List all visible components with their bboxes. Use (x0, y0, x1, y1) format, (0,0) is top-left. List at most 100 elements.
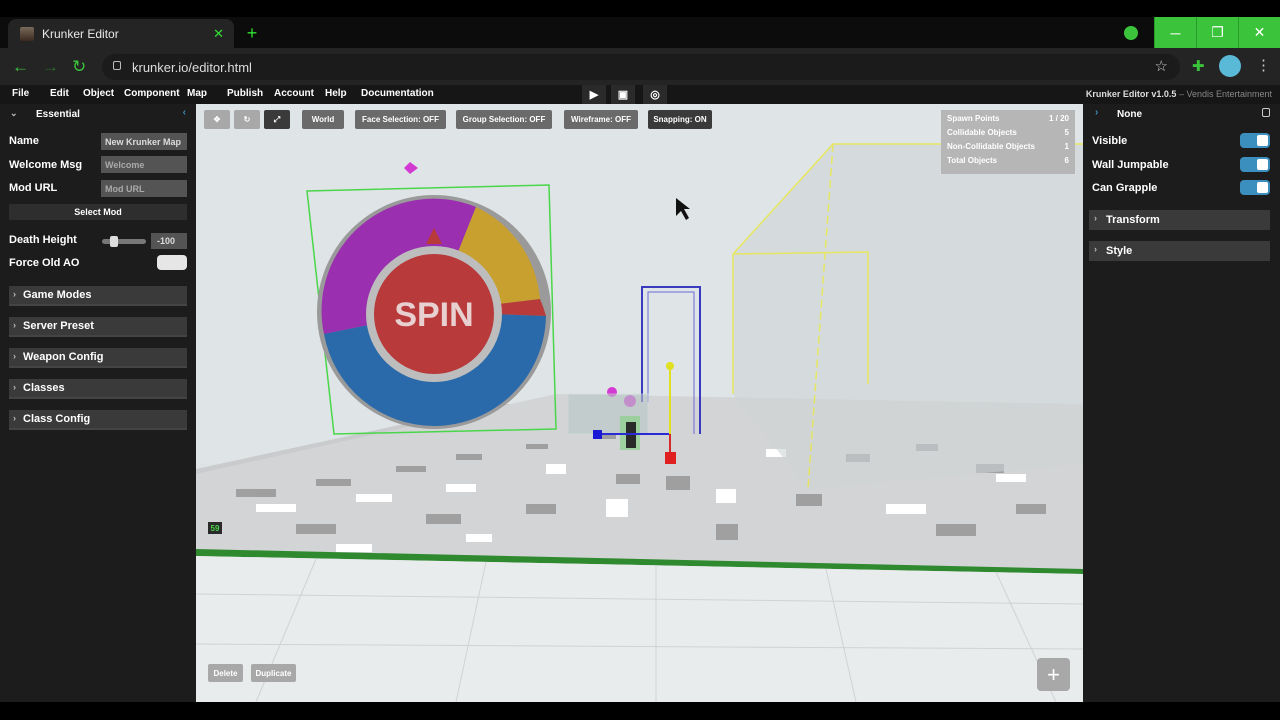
test-play-button[interactable]: ▣ (611, 85, 635, 104)
url-text: krunker.io/editor.html (132, 59, 252, 75)
section-class-config[interactable]: › Class Config (9, 410, 187, 430)
lock-icon (113, 61, 121, 70)
section-classes[interactable]: › Classes (9, 379, 187, 399)
left-panel: ⌄ Essential ‹ Name New Krunker Map Welco… (0, 104, 196, 702)
scene-viewport[interactable]: SPIN ✥ ↻ ⤢ World Face Selection: OFF Gro… (196, 104, 1083, 702)
screen: Krunker Editor ✕ + ─ ❐ ✕ ← → ↻ krunker.i… (0, 0, 1280, 720)
bookmark-star-icon[interactable]: ☆ (1155, 57, 1168, 75)
chevron-right-icon: › (13, 320, 16, 330)
menu-help[interactable]: Help (325, 88, 347, 99)
welcome-msg-label: Welcome Msg (9, 159, 83, 171)
menu-component[interactable]: Component (124, 88, 180, 99)
map-name-input[interactable]: New Krunker Map (101, 133, 187, 150)
minimize-button[interactable]: ─ (1154, 17, 1196, 48)
spin-label: SPIN (394, 296, 473, 334)
section-label: Classes (23, 382, 65, 394)
selected-object-name: None (1117, 109, 1142, 120)
right-panel: › None Visible Wall Jumpable Can Grapple… (1083, 104, 1280, 702)
extensions-puzzle-icon[interactable]: ✚ (1192, 57, 1205, 75)
stat-non-collidable: Non-Collidable Objects 1 (947, 142, 1069, 151)
menu-file[interactable]: File (12, 88, 29, 99)
face-selection-button[interactable]: Face Selection: OFF (355, 110, 446, 129)
section-style[interactable]: › Style (1089, 241, 1270, 261)
chevron-right-icon: › (13, 351, 16, 361)
death-height-input[interactable]: -100 (151, 233, 187, 249)
section-label: Server Preset (23, 320, 94, 332)
play-button[interactable]: ▶ (582, 85, 606, 104)
force-old-ao-toggle[interactable] (157, 255, 187, 270)
editor-menubar: File Edit Object Component Map Publish A… (0, 85, 1280, 104)
essential-title: Essential (36, 109, 80, 120)
reload-icon[interactable]: ↻ (72, 57, 86, 77)
snapping-button[interactable]: Snapping: ON (648, 110, 712, 129)
browser-menu-icon[interactable]: ⋮ (1256, 56, 1271, 74)
menu-documentation[interactable]: Documentation (361, 88, 434, 99)
wireframe-button[interactable]: Wireframe: OFF (564, 110, 638, 129)
section-label: Transform (1106, 214, 1160, 226)
editor-version-title: Krunker Editor v1.0.5 – Vendis Entertain… (1085, 89, 1272, 99)
name-label: Name (9, 135, 39, 147)
section-game-modes[interactable]: › Game Modes (9, 286, 187, 306)
panel-collapse-arrow-icon[interactable]: ‹ (183, 107, 186, 118)
menu-publish[interactable]: Publish (227, 88, 263, 99)
back-arrow-icon[interactable]: ← (12, 57, 29, 77)
can-grapple-toggle[interactable] (1240, 180, 1270, 195)
chevron-right-icon: › (13, 413, 16, 423)
section-label: Game Modes (23, 289, 92, 301)
menu-object[interactable]: Object (83, 88, 114, 99)
section-transform[interactable]: › Transform (1089, 210, 1270, 230)
slider-knob[interactable] (110, 236, 118, 247)
add-object-button[interactable]: + (1037, 658, 1070, 691)
scene-render: SPIN (196, 104, 1083, 702)
wall-jumpable-toggle[interactable] (1240, 157, 1270, 172)
world-button[interactable]: World (302, 110, 344, 129)
chevron-right-icon: › (13, 289, 16, 299)
compass-button[interactable]: ◎ (643, 85, 667, 104)
restore-button[interactable]: ❐ (1196, 17, 1238, 48)
can-grapple-label: Can Grapple (1092, 182, 1158, 194)
address-bar[interactable]: krunker.io/editor.html ☆ (102, 54, 1180, 80)
section-label: Class Config (23, 413, 91, 425)
mod-url-input[interactable]: Mod URL (101, 180, 187, 197)
menu-account[interactable]: Account (274, 88, 314, 99)
mod-url-label: Mod URL (9, 182, 58, 194)
bottom-letterbox (0, 702, 1280, 720)
forward-arrow-icon[interactable]: → (42, 57, 59, 77)
select-mod-button[interactable]: Select Mod (9, 204, 187, 220)
stat-total: Total Objects 6 (947, 156, 1069, 165)
krunker-editor: File Edit Object Component Map Publish A… (0, 85, 1280, 702)
close-window-button[interactable]: ✕ (1238, 17, 1280, 48)
download-icon[interactable] (1124, 26, 1138, 40)
chevron-right-icon: › (1094, 244, 1097, 254)
delete-button[interactable]: Delete (208, 664, 243, 682)
profile-avatar[interactable] (1219, 55, 1241, 77)
section-server-preset[interactable]: › Server Preset (9, 317, 187, 337)
selection-header[interactable]: › None (1083, 104, 1280, 123)
object-stats-panel: Spawn Points 1 / 20 Collidable Objects 5 N… (941, 110, 1075, 174)
chevron-right-icon: › (1095, 107, 1099, 118)
stat-spawn-points: Spawn Points 1 / 20 (947, 114, 1069, 123)
move-tool-icon[interactable]: ✥ (204, 110, 230, 129)
menu-map[interactable]: Map (187, 88, 207, 99)
section-weapon-config[interactable]: › Weapon Config (9, 348, 187, 368)
window-controls: ─ ❐ ✕ (1154, 17, 1280, 48)
menu-edit[interactable]: Edit (50, 88, 69, 99)
death-height-slider[interactable] (102, 236, 146, 247)
browser-tab[interactable]: Krunker Editor ✕ (8, 19, 234, 48)
tab-close-icon[interactable]: ✕ (213, 26, 224, 42)
rotate-tool-icon[interactable]: ↻ (234, 110, 260, 129)
tab-title: Krunker Editor (42, 26, 119, 41)
chevron-right-icon: › (1094, 213, 1097, 223)
fps-counter: 59 (208, 522, 222, 534)
scale-tool-icon[interactable]: ⤢ (264, 110, 290, 129)
group-selection-button[interactable]: Group Selection: OFF (456, 110, 552, 129)
favicon-icon (20, 26, 34, 41)
essential-header[interactable]: ⌄ Essential ‹ (0, 104, 196, 123)
welcome-msg-input[interactable]: Welcome (101, 156, 187, 173)
lock-icon[interactable] (1262, 108, 1270, 117)
wall-jumpable-label: Wall Jumpable (1092, 159, 1169, 171)
death-height-label: Death Height (9, 234, 77, 246)
duplicate-button[interactable]: Duplicate (251, 664, 296, 682)
new-tab-button[interactable]: + (242, 23, 262, 44)
visible-toggle[interactable] (1240, 133, 1270, 148)
